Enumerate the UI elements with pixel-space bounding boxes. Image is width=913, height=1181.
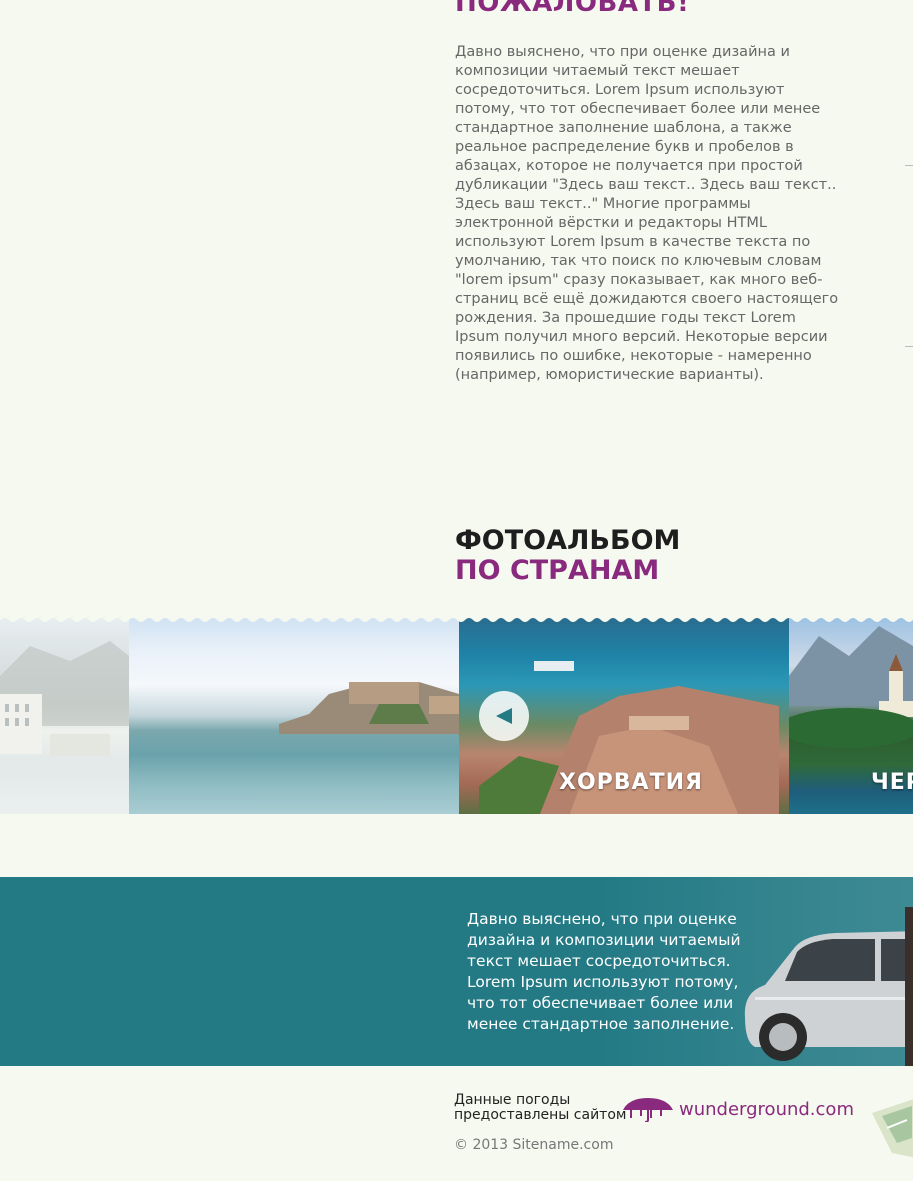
map-decoration xyxy=(872,1099,913,1158)
gallery-photo[interactable] xyxy=(129,616,459,814)
album-title: ФОТОАЛЬБОМ ПО СТРАНАМ xyxy=(455,526,680,586)
album-title-line2: ПО СТРАНАМ xyxy=(455,555,660,586)
gallery-prev-button[interactable] xyxy=(479,691,529,741)
gallery-photo[interactable]: ЧЕР xyxy=(789,616,913,814)
album-title-line1: ФОТОАЛЬБОМ xyxy=(455,525,681,556)
welcome-title: ПОЖАЛОВАТЬ! xyxy=(455,0,690,18)
welcome-text: Давно выяснено, что при оценке дизайна и… xyxy=(455,44,839,383)
side-decoration xyxy=(905,165,913,166)
wunderground-text: wunderground.com xyxy=(679,1098,854,1120)
weather-credit-line1: Данные погоды xyxy=(454,1092,571,1108)
photo-gallery: ХОРВАТИЯ ЧЕР xyxy=(0,616,913,814)
wunderground-logo[interactable]: wunderground.com xyxy=(621,1094,854,1124)
weather-credit-line2: предоставлены сайтом xyxy=(454,1107,627,1123)
side-decoration xyxy=(905,346,913,347)
gallery-photo[interactable] xyxy=(0,616,129,814)
promo-banner: Давно выяснено, что при оценке дизайна и… xyxy=(0,877,913,1066)
chevron-left-icon xyxy=(496,708,512,724)
wave-border xyxy=(0,616,913,622)
copyright: © 2013 Sitename.com xyxy=(454,1137,614,1153)
promo-text: Давно выяснено, что при оценке дизайна и… xyxy=(467,910,741,1033)
island-image xyxy=(279,682,459,734)
weather-credit: Данные погоды предоставлены сайтом xyxy=(454,1093,626,1123)
photo-caption: ЧЕР xyxy=(871,770,913,795)
coastal-town-image xyxy=(0,641,129,756)
photo-caption: ХОРВАТИЯ xyxy=(559,770,703,795)
umbrella-icon xyxy=(623,1098,673,1122)
car-image xyxy=(744,907,913,1066)
